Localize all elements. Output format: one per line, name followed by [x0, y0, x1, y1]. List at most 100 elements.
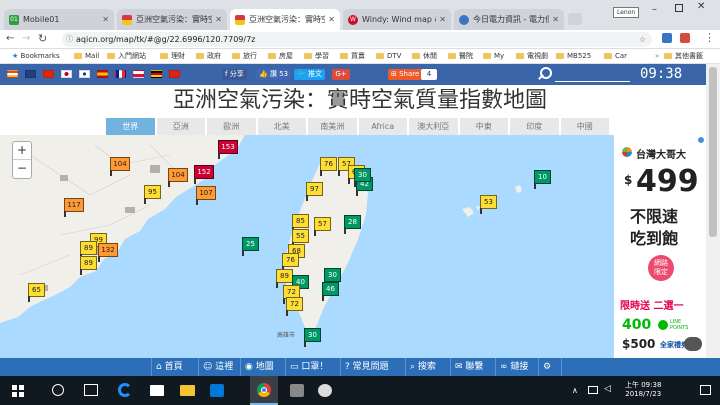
- close-tab-icon[interactable]: ✕: [439, 15, 446, 24]
- back-icon[interactable]: ←: [6, 33, 14, 44]
- close-window-icon[interactable]: ✕: [697, 1, 705, 12]
- nav-contact[interactable]: ✉ 聯繫: [450, 358, 495, 376]
- bookmark-folder[interactable]: 政府: [196, 49, 221, 64]
- aqi-station-marker[interactable]: 132: [98, 243, 118, 262]
- menu-kebab-icon[interactable]: ⋮: [704, 31, 715, 44]
- bookmarks-apps[interactable]: ★ Bookmarks: [12, 49, 60, 64]
- page-scrollbar[interactable]: [706, 64, 720, 376]
- action-center-icon[interactable]: [700, 385, 711, 395]
- google-plus-button[interactable]: G+: [332, 69, 350, 80]
- reload-icon[interactable]: ↻: [38, 32, 47, 45]
- tab-africa[interactable]: Africa: [357, 117, 408, 135]
- volume-icon[interactable]: ◁: [604, 384, 611, 394]
- browser-tab[interactable]: 今日電力資訊 - 電力供需 ✕: [454, 9, 564, 30]
- tab-middle-east[interactable]: 中東: [458, 117, 509, 135]
- more-bookmarks-icon[interactable]: »: [655, 49, 659, 64]
- aqi-station-marker[interactable]: 57: [314, 217, 331, 236]
- chrome-taskbar-button[interactable]: [250, 376, 278, 405]
- bookmark-folder[interactable]: 理財: [160, 49, 185, 64]
- flag-icon[interactable]: [43, 70, 54, 78]
- tab-asia[interactable]: 亞洲: [155, 117, 206, 135]
- adchoices-icon[interactable]: [698, 137, 704, 143]
- extension-icon[interactable]: [680, 33, 690, 43]
- bookmark-folder[interactable]: MB525: [556, 49, 591, 64]
- aqi-station-marker[interactable]: 25: [242, 237, 259, 256]
- tray-chevron-icon[interactable]: ∧: [572, 386, 578, 395]
- facebook-like-button[interactable]: 👍 讚 53: [256, 69, 292, 80]
- tab-europe[interactable]: 歐洲: [206, 117, 257, 135]
- aqi-station-marker[interactable]: 153: [218, 140, 238, 159]
- app-icon[interactable]: [290, 384, 304, 397]
- aqi-station-marker[interactable]: 10: [534, 170, 551, 189]
- edge-icon[interactable]: [118, 383, 132, 397]
- close-tab-icon[interactable]: ✕: [215, 15, 222, 24]
- url-bar[interactable]: ⓘ aqicn.org/map/tk/#@g/22.6996/120.7709/…: [62, 32, 652, 47]
- search-input[interactable]: [555, 81, 630, 82]
- aqi-station-marker[interactable]: 28: [344, 215, 361, 234]
- chat-icon[interactable]: [684, 337, 702, 351]
- bookmark-folder[interactable]: 買賣: [340, 49, 365, 64]
- nav-here[interactable]: ☺ 這裡: [198, 358, 240, 376]
- aqi-station-marker[interactable]: 76: [282, 253, 299, 272]
- nav-settings[interactable]: ⚙: [538, 358, 562, 376]
- bookmark-folder[interactable]: 入門網站: [107, 49, 146, 64]
- aqi-station-marker[interactable]: 46: [322, 282, 339, 301]
- bookmark-folder[interactable]: 學習: [304, 49, 329, 64]
- zoom-out-button[interactable]: −: [13, 160, 31, 178]
- aqi-station-marker[interactable]: 30: [304, 328, 321, 347]
- aqi-station-marker[interactable]: 30: [354, 168, 371, 187]
- aqi-map[interactable]: + − 高雄市 104 153 152 104 95 107 117 99 89 132 89 65 2…: [0, 135, 614, 358]
- bookmark-folder[interactable]: 旅行: [232, 49, 257, 64]
- scrollbar-thumb[interactable]: [709, 67, 717, 237]
- dropbox-icon[interactable]: [210, 384, 224, 397]
- flag-icon[interactable]: [169, 70, 180, 78]
- aqi-station-marker[interactable]: 85: [292, 214, 309, 233]
- nav-mask[interactable]: ▭ 口罩！: [285, 358, 340, 376]
- flag-icon[interactable]: [151, 70, 162, 78]
- flag-icon[interactable]: [133, 70, 144, 78]
- nav-map[interactable]: ◉ 地圖: [240, 358, 285, 376]
- task-view-icon[interactable]: [84, 384, 98, 396]
- bookmark-folder[interactable]: My: [483, 49, 504, 64]
- forward-icon[interactable]: →: [22, 33, 30, 44]
- flag-icon[interactable]: [7, 70, 18, 78]
- flag-icon[interactable]: [97, 70, 108, 78]
- aqi-station-marker[interactable]: 89: [276, 269, 293, 288]
- aqi-station-marker[interactable]: 53: [480, 195, 497, 214]
- store-icon[interactable]: [150, 385, 164, 396]
- info-icon[interactable]: ⓘ: [66, 32, 73, 47]
- zoom-in-button[interactable]: +: [13, 142, 31, 160]
- aqi-station-marker[interactable]: 117: [64, 198, 84, 217]
- flag-icon[interactable]: [79, 70, 90, 78]
- aqi-station-marker[interactable]: 72: [286, 297, 303, 316]
- bookmark-folder[interactable]: 房屋: [268, 49, 293, 64]
- maximize-icon[interactable]: [675, 4, 683, 12]
- tab-australia[interactable]: 澳大利亞: [408, 117, 459, 135]
- tab-south-america[interactable]: 南美洲: [307, 117, 358, 135]
- app-icon[interactable]: [318, 384, 332, 397]
- tab-india[interactable]: 印度: [509, 117, 560, 135]
- other-bookmarks-folder[interactable]: 其他書籤: [664, 49, 703, 64]
- new-tab-button[interactable]: [568, 13, 582, 25]
- cortana-icon[interactable]: [52, 384, 64, 396]
- browser-tab[interactable]: W Windy: Wind map & we ✕: [343, 9, 451, 30]
- browser-tab-active[interactable]: 亞洲空氣污染：實時空氣 ✕: [230, 9, 340, 30]
- aqi-station-marker[interactable]: 95: [144, 185, 161, 204]
- flag-icon[interactable]: [115, 70, 126, 78]
- ad-panel[interactable]: 台灣大哥大 $ 499 不限速 吃到飽 網路限定 限時送 二選一 400 LIN…: [614, 135, 706, 358]
- nav-links[interactable]: ∞ 鏈接: [495, 358, 538, 376]
- aqi-station-marker[interactable]: 152: [194, 165, 214, 184]
- flag-icon[interactable]: [61, 70, 72, 78]
- aqi-station-marker[interactable]: 55: [292, 229, 309, 248]
- bookmark-folder[interactable]: Car: [604, 49, 627, 64]
- windows-start-icon[interactable]: [12, 385, 24, 397]
- profile-badge[interactable]: Lenon: [613, 7, 640, 18]
- tab-world[interactable]: 世界: [105, 117, 156, 135]
- bookmark-folder[interactable]: 醫院: [448, 49, 473, 64]
- facebook-share-button[interactable]: f 分享: [222, 69, 247, 80]
- bookmark-star-icon[interactable]: ☆: [639, 32, 646, 47]
- browser-tab[interactable]: 亞洲空氣污染：實時空氣 ✕: [117, 9, 227, 30]
- aqi-station-marker[interactable]: 76: [320, 157, 337, 176]
- bookmark-folder[interactable]: Mail: [74, 49, 99, 64]
- share-button[interactable]: ⊞ Share: [388, 69, 423, 80]
